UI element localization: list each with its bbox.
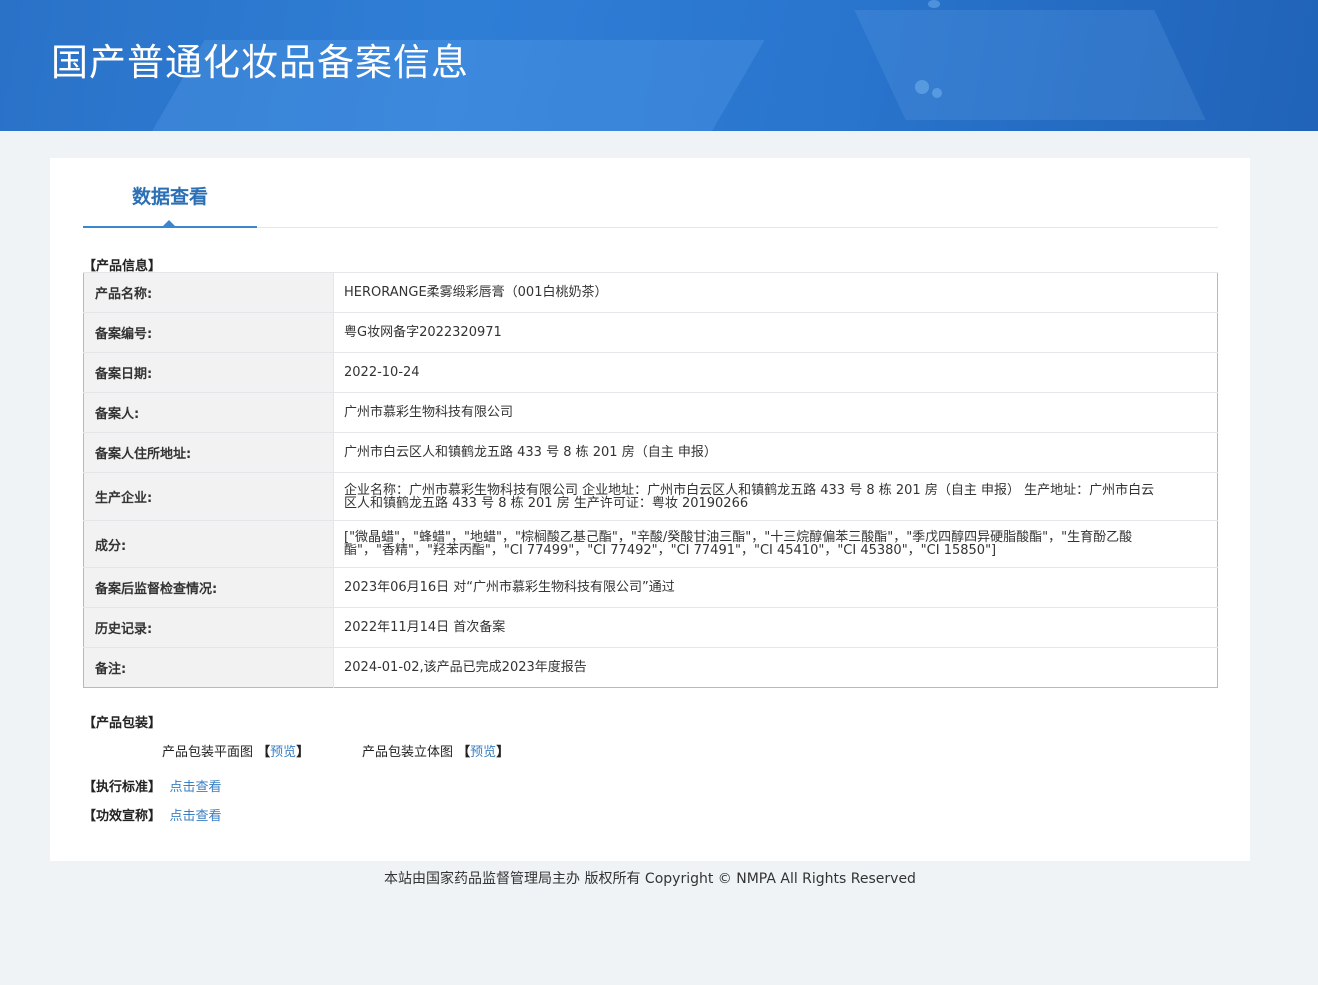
row-key: 生产企业: [83,472,334,521]
bracket: 【 [457,745,471,760]
row-key: 备案日期: [83,352,334,393]
table-row: 备注: 2024-01-02,该产品已完成2023年度报告 [83,647,1218,688]
row-key: 备案编号: [83,312,334,353]
packaging-solid: 产品包装立体图 【预览】 [362,741,509,760]
banner-decoration [854,10,1206,120]
standard-label: 【执行标准】 [83,780,162,795]
table-row: 备案人: 广州市慕彩生物科技有限公司 [83,392,1218,433]
standard-view-link[interactable]: 点击查看 [170,780,222,795]
table-row: 成分: ["微晶蜡"，"蜂蜡"，"地蜡"，"棕榈酸乙基己酯"，"辛酸/癸酸甘油三… [83,520,1218,568]
row-value: 企业名称：广州市慕彩生物科技有限公司 企业地址：广州市白云区人和镇鹤龙五路 43… [333,472,1218,521]
banner-dot [928,0,940,8]
standard-row: 【执行标准】 点击查看 [83,776,222,795]
row-key: 备案后监督检查情况: [83,567,334,608]
table-row: 备案日期: 2022-10-24 [83,352,1218,393]
row-key: 历史记录: [83,607,334,648]
table-row: 产品名称: HERORANGE柔雾缎彩唇膏（001白桃奶茶） [83,272,1218,313]
row-key: 产品名称: [83,272,334,313]
packaging-flat: 产品包装平面图 【预览】 [162,741,309,760]
page-title: 国产普通化妆品备案信息 [51,41,469,84]
row-value: 广州市白云区人和镇鹤龙五路 433 号 8 栋 201 房（自主 申报） [333,432,1218,473]
packaging-flat-label: 产品包装平面图 [162,745,254,760]
table-row: 历史记录: 2022年11月14日 首次备案 [83,607,1218,648]
row-key: 备案人: [83,392,334,433]
row-value: ["微晶蜡"，"蜂蜡"，"地蜡"，"棕榈酸乙基己酯"，"辛酸/癸酸甘油三酯"，"… [333,520,1218,568]
bracket: 【 [257,745,271,760]
row-value: 2023年06月16日 对“广州市慕彩生物科技有限公司”通过 [333,567,1218,608]
banner-dot [915,80,929,94]
efficacy-label: 【功效宣称】 [83,809,162,824]
row-key: 成分: [83,520,334,568]
packaging-solid-preview-link[interactable]: 预览 [470,745,496,760]
efficacy-view-link[interactable]: 点击查看 [170,809,222,824]
row-key: 备注: [83,647,334,688]
banner-dot [932,88,942,98]
tab-data-view[interactable]: 数据查看 [83,158,257,228]
footer-copyright: 本站由国家药品监督管理局主办 版权所有 Copyright © NMPA All… [384,871,916,887]
row-key: 备案人住所地址: [83,432,334,473]
efficacy-row: 【功效宣称】 点击查看 [83,805,222,824]
row-value: HERORANGE柔雾缎彩唇膏（001白桃奶茶） [333,272,1218,313]
tab-bar: 数据查看 [83,158,1218,228]
tab-label: 数据查看 [131,186,208,208]
packaging-solid-label: 产品包装立体图 [362,745,454,760]
content-card: 数据查看 【产品信息】 产品名称: HERORANGE柔雾缎彩唇膏（001白桃奶… [50,158,1250,861]
bracket: 】 [296,745,310,760]
row-value: 2022-10-24 [333,352,1218,393]
table-row: 备案人住所地址: 广州市白云区人和镇鹤龙五路 433 号 8 栋 201 房（自… [83,432,1218,473]
row-value: 2024-01-02,该产品已完成2023年度报告 [333,647,1218,688]
bracket: 】 [496,745,510,760]
row-value: 2022年11月14日 首次备案 [333,607,1218,648]
product-info-table: 产品名称: HERORANGE柔雾缎彩唇膏（001白桃奶茶） 备案编号: 粤G妆… [83,272,1218,688]
table-row: 生产企业: 企业名称：广州市慕彩生物科技有限公司 企业地址：广州市白云区人和镇鹤… [83,472,1218,521]
row-value: 广州市慕彩生物科技有限公司 [333,392,1218,433]
header-banner: 国产普通化妆品备案信息 [0,0,1318,131]
table-row: 备案后监督检查情况: 2023年06月16日 对“广州市慕彩生物科技有限公司”通… [83,567,1218,608]
packaging-label: 【产品包装】 [83,716,162,731]
table-row: 备案编号: 粤G妆网备字2022320971 [83,312,1218,353]
tab-indicator-notch [163,220,175,226]
row-value: 粤G妆网备字2022320971 [333,312,1218,353]
packaging-flat-preview-link[interactable]: 预览 [270,745,296,760]
